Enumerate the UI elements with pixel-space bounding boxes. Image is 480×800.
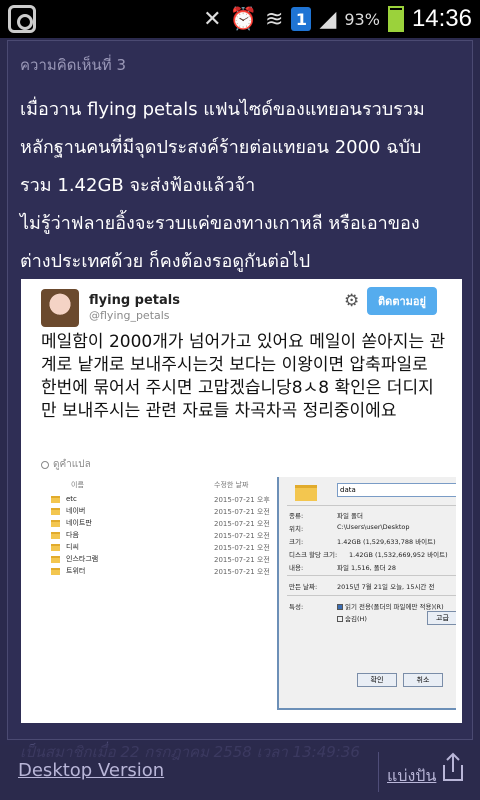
gear-icon: ⚙ bbox=[344, 291, 360, 311]
folder-name-field: data bbox=[337, 483, 456, 497]
avatar bbox=[41, 289, 79, 327]
comment-line: ต่างประเทศด้วย ก็คงต้องรอดูกันต่อไป bbox=[20, 251, 311, 272]
location-value: C:\Users\user\Desktop bbox=[337, 523, 410, 531]
folder-icon bbox=[295, 485, 317, 501]
desktop-version-link[interactable]: Desktop Version bbox=[18, 760, 164, 781]
folder-date: 2015-07-21 오후 bbox=[214, 496, 270, 504]
battery-percent: 93% bbox=[344, 9, 380, 29]
wifi-icon: ≋ bbox=[265, 6, 284, 32]
gallery-icon bbox=[8, 5, 36, 33]
folder-name: etc bbox=[66, 495, 77, 503]
divider bbox=[378, 752, 379, 792]
comment-line: รวม 1.42GB จะส่งฟ้องแล้วจ้า bbox=[20, 175, 256, 196]
disk-size-value: 1.42GB (1,532,669,952 바이트) bbox=[349, 551, 448, 559]
clock-time: 14:36 bbox=[411, 5, 472, 32]
folder-date: 2015-07-21 오전 bbox=[214, 520, 270, 528]
ok-button: 확인 bbox=[357, 673, 397, 687]
location-label: 위치: bbox=[289, 525, 304, 533]
embedded-tweet-image[interactable]: flying petals @flying_petals ⚙ ติดตามอยู… bbox=[21, 279, 462, 723]
tweet-author-name: flying petals bbox=[89, 293, 180, 308]
share-link[interactable]: แบ่งปัน bbox=[387, 764, 436, 789]
mute-icon: ✕ bbox=[203, 6, 222, 32]
comment-line: เมื่อวาน flying petals แฟนไซด์ของแทยอนรว… bbox=[20, 99, 425, 120]
folder-icon bbox=[51, 567, 60, 575]
size-value: 1.42GB (1,529,633,788 바이트) bbox=[337, 538, 436, 546]
folder-name: 인스타그램 bbox=[66, 555, 99, 563]
folder-name: 네이버 bbox=[66, 507, 86, 515]
comment-line: หลักฐานคนที่มีจุดประสงค์ร้ายต่อแทยอน 200… bbox=[20, 137, 422, 158]
contents-label: 내용: bbox=[289, 564, 304, 572]
follow-button: ติดตามอยู่ bbox=[367, 287, 437, 315]
folder-name: 다음 bbox=[66, 531, 79, 539]
folder-date: 2015-07-21 오전 bbox=[214, 568, 270, 576]
hidden-label: 숨김(H) bbox=[345, 615, 367, 623]
folder-icon bbox=[51, 555, 60, 563]
tweet-attached-screenshot: 이름 수정한 날짜 etc 2015-07-21 오후 네이버 2015-07-… bbox=[41, 477, 456, 710]
comment-card: ความคิดเห็นที่ 3 เมื่อวาน flying petals … bbox=[7, 40, 473, 740]
folder-icon bbox=[51, 519, 60, 527]
created-label: 만든 날짜: bbox=[289, 583, 318, 591]
battery-icon bbox=[387, 6, 404, 32]
folder-name: 트위터 bbox=[66, 567, 86, 575]
status-bar: ✕ ⏰ ≋ 1 ◢ 93% 14:36 bbox=[0, 0, 480, 38]
list-item: 네이버 bbox=[51, 505, 85, 517]
signal-icon: ◢ bbox=[319, 6, 337, 32]
alarm-icon: ⏰ bbox=[229, 6, 258, 32]
list-item: 네이트판 bbox=[51, 517, 92, 529]
contents-value: 파일 1,516, 폴더 28 bbox=[337, 564, 397, 572]
created-value: 2015년 7월 21일 오늘, 15시간 전 bbox=[337, 583, 435, 591]
folder-date: 2015-07-21 오전 bbox=[214, 556, 270, 564]
checkbox-icon bbox=[337, 604, 343, 610]
comment-line: ไม่รู้ว่าฟลายอิ้งจะรวบแค่ของทางเกาหลี หร… bbox=[20, 213, 420, 234]
checkbox-icon bbox=[337, 616, 343, 622]
hidden-option: 숨김(H) bbox=[337, 613, 367, 623]
explorer-header: 이름 수정한 날짜 bbox=[41, 477, 279, 493]
column-date-header: 수정한 날짜 bbox=[214, 481, 249, 489]
cancel-button: 취소 bbox=[403, 673, 443, 687]
type-value: 파일 폴더 bbox=[337, 512, 363, 520]
tweet-text: 메일함이 2000개가 넘어가고 있어요 메일이 쏟아지는 관계로 낱개로 보내… bbox=[41, 332, 446, 421]
list-item: 디씨 bbox=[51, 541, 79, 553]
folder-icon bbox=[51, 543, 60, 551]
folder-date: 2015-07-21 오전 bbox=[214, 544, 270, 552]
list-item: 다음 bbox=[51, 529, 79, 541]
folder-icon bbox=[51, 507, 60, 515]
folder-date: 2015-07-21 오전 bbox=[214, 532, 270, 540]
translate-label: ดูคำแปล bbox=[53, 459, 91, 470]
share-icon[interactable] bbox=[440, 752, 466, 782]
globe-icon bbox=[41, 460, 49, 469]
folder-icon bbox=[51, 495, 60, 503]
translate-link: ดูคำแปล bbox=[41, 457, 91, 472]
readonly-label: 읽기 전용(폴더의 파일에만 적용)(R) bbox=[345, 603, 444, 611]
type-label: 종류: bbox=[289, 512, 304, 520]
properties-dialog: data 종류: 파일 폴더 위치: C:\Users\user\Desktop… bbox=[277, 477, 456, 710]
folder-date: 2015-07-21 오전 bbox=[214, 508, 270, 516]
tweet-author-handle: @flying_petals bbox=[89, 309, 170, 322]
list-item: 인스타그램 bbox=[51, 553, 98, 565]
divider bbox=[287, 505, 456, 506]
folder-name: 디씨 bbox=[66, 543, 79, 551]
folder-icon bbox=[51, 531, 60, 539]
list-item: 트위터 bbox=[51, 565, 85, 577]
file-explorer-panel: 이름 수정한 날짜 etc 2015-07-21 오후 네이버 2015-07-… bbox=[41, 477, 279, 710]
divider bbox=[287, 575, 456, 576]
disk-size-label: 디스크 할당 크기: bbox=[289, 551, 338, 559]
column-name-header: 이름 bbox=[71, 481, 84, 489]
folder-name: 네이트판 bbox=[66, 519, 92, 527]
size-label: 크기: bbox=[289, 538, 304, 546]
status-icons: ✕ ⏰ ≋ 1 ◢ 93% 14:36 bbox=[203, 0, 472, 38]
list-item: etc bbox=[51, 493, 77, 505]
advanced-button: 고급 bbox=[427, 611, 456, 625]
divider bbox=[287, 595, 456, 596]
comment-body: เมื่อวาน flying petals แฟนไซด์ของแทยอนรว… bbox=[20, 91, 460, 281]
notification-badge-icon: 1 bbox=[291, 7, 312, 31]
comment-number-label: ความคิดเห็นที่ 3 bbox=[20, 56, 127, 74]
attributes-label: 특성: bbox=[289, 603, 304, 611]
readonly-option: 읽기 전용(폴더의 파일에만 적용)(R) bbox=[337, 601, 444, 611]
